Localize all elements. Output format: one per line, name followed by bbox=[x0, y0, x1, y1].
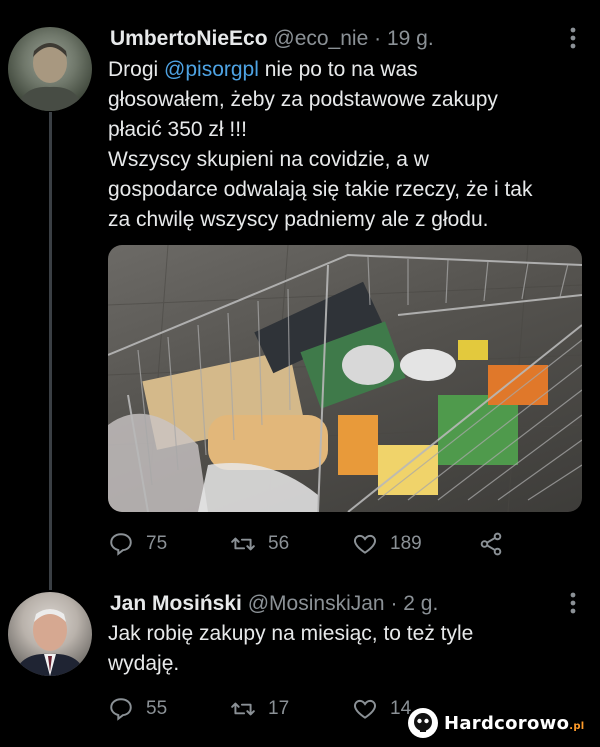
share-button[interactable] bbox=[478, 531, 504, 557]
tweet-media-image-shopping-cart[interactable] bbox=[108, 245, 582, 512]
watermark-suffix: .pl bbox=[569, 720, 585, 732]
heart-icon bbox=[354, 534, 376, 554]
tweet1-text: Drogi @pisorgpl nie po to na was głosowa… bbox=[108, 55, 578, 235]
display-name[interactable]: UmbertoNieEco bbox=[110, 27, 268, 50]
reply-icon bbox=[110, 533, 132, 556]
tweet-text-line: wydaję. bbox=[108, 652, 180, 675]
share-icon bbox=[480, 532, 502, 556]
skull-logo-icon bbox=[408, 708, 438, 738]
tweet1-header: UmbertoNieEco @eco_nie · 19 g. bbox=[110, 27, 434, 51]
avatar-jan-mosinski[interactable] bbox=[8, 592, 92, 676]
more-vertical-icon[interactable] bbox=[570, 592, 576, 618]
retweet-icon bbox=[231, 702, 255, 716]
thread-connector-line bbox=[49, 112, 52, 590]
reply-icon bbox=[110, 698, 132, 721]
retweet-icon bbox=[231, 537, 255, 551]
like-button[interactable]: 189 bbox=[352, 531, 478, 557]
text-segment: nie po to na was bbox=[258, 58, 418, 81]
tweet-text-line: za chwilę wszyscy padniemy ale z głodu. bbox=[108, 208, 489, 231]
watermark-text: Hardcorowo.pl bbox=[444, 713, 585, 734]
tweet-text-line: Drogi @pisorgpl nie po to na was bbox=[108, 55, 578, 85]
text-segment: Drogi bbox=[108, 58, 165, 81]
reply-count: 55 bbox=[146, 698, 168, 719]
reply-button[interactable]: 55 bbox=[108, 696, 230, 722]
tweet2-header: Jan Mosiński @MosinskiJan · 2 g. bbox=[110, 592, 438, 616]
heart-icon bbox=[354, 699, 376, 719]
tweet1-actions: 75 56 189 bbox=[108, 531, 504, 557]
timestamp[interactable]: 2 g. bbox=[403, 592, 438, 615]
retweet-button[interactable]: 56 bbox=[230, 531, 352, 557]
timestamp[interactable]: 19 g. bbox=[387, 27, 434, 50]
tweet-text-line: Jak robię zakupy na miesiąc, to też tyle bbox=[108, 622, 474, 645]
user-handle[interactable]: @eco_nie bbox=[273, 27, 368, 50]
retweet-button[interactable]: 17 bbox=[230, 696, 352, 722]
user-handle[interactable]: @MosinskiJan bbox=[248, 592, 385, 615]
mention-link[interactable]: @pisorgpl bbox=[164, 58, 259, 81]
tweet-text-line: Wszyscy skupieni na covidzie, a w bbox=[108, 148, 429, 171]
tweet-text-line: płacić 350 zł !!! bbox=[108, 118, 247, 141]
retweet-count: 17 bbox=[268, 698, 290, 719]
separator-dot: · bbox=[374, 27, 382, 50]
display-name[interactable]: Jan Mosiński bbox=[110, 592, 242, 615]
like-count: 189 bbox=[390, 533, 422, 554]
reply-button[interactable]: 75 bbox=[108, 531, 230, 557]
watermark-name: Hardcorowo bbox=[444, 712, 570, 734]
tweet-text-line: głosowałem, żeby za podstawowe zakupy bbox=[108, 88, 498, 111]
avatar-umbertonieeco[interactable] bbox=[8, 27, 92, 111]
more-vertical-icon[interactable] bbox=[570, 27, 576, 53]
reply-count: 75 bbox=[146, 533, 168, 554]
tweet-text-line: gospodarce odwalają się takie rzeczy, że… bbox=[108, 178, 533, 201]
tweet2-text: Jak robię zakupy na miesiąc, to też tyle… bbox=[108, 619, 578, 679]
hardcorowo-watermark: Hardcorowo.pl bbox=[408, 708, 585, 738]
separator-dot: · bbox=[390, 592, 398, 615]
retweet-count: 56 bbox=[268, 533, 290, 554]
